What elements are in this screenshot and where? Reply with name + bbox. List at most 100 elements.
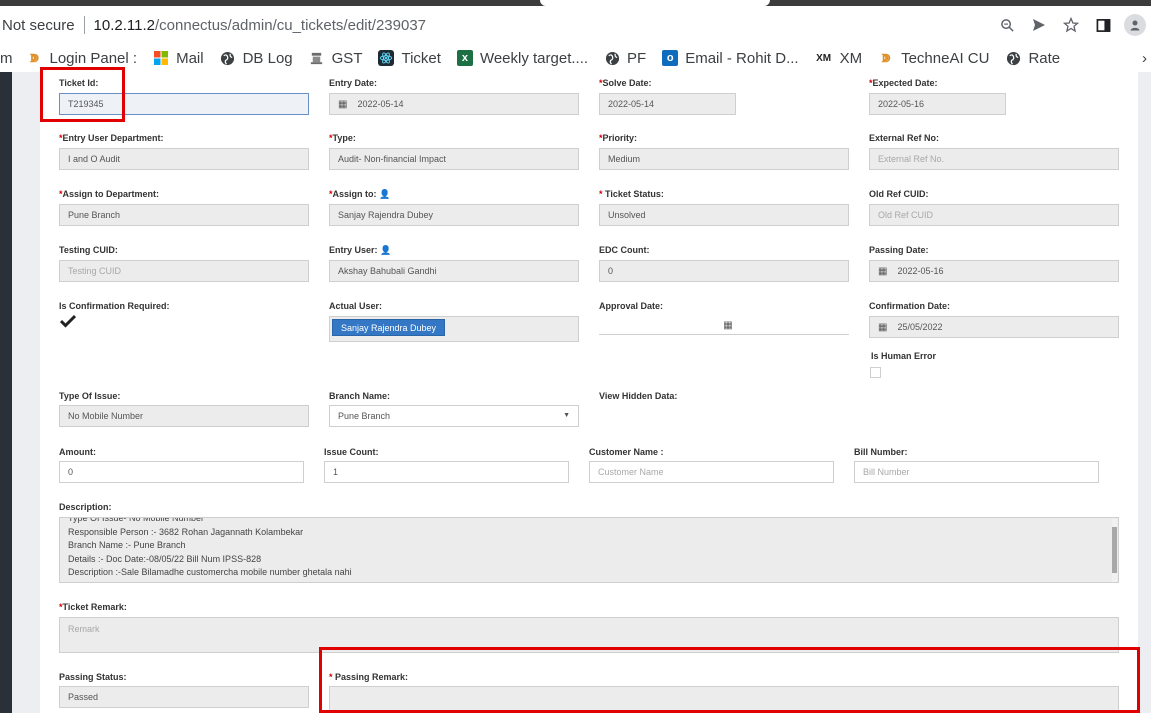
passing-date-input[interactable]: ▦ 2022-05-16 [869, 260, 1119, 282]
assign-to-department-label: *Assign to Department: [59, 189, 160, 199]
approval-date-label: Approval Date: [599, 301, 664, 311]
description-textarea[interactable]: Type Of Issue- No Mobile Number Responsi… [59, 517, 1119, 583]
bookmarks-overflow-chevron-icon[interactable]: › [1142, 44, 1147, 72]
old-ref-cuid-input[interactable]: Old Ref CUID [869, 204, 1119, 226]
globe-icon [1005, 50, 1021, 66]
security-indicator[interactable]: Not secure [2, 17, 75, 34]
windows-logo-icon [153, 50, 169, 66]
solve-date-input[interactable]: 2022-05-14 [599, 93, 736, 115]
emblem-icon [309, 50, 325, 66]
bookmark-item[interactable]: GST [309, 50, 362, 67]
assign-to-department-input[interactable]: Pune Branch [59, 204, 309, 226]
bank-logo-icon: ↇ [30, 50, 39, 65]
amount-input[interactable]: 0 [59, 461, 304, 483]
bookmark-item[interactable]: PF [604, 50, 646, 67]
actual-user-chip[interactable]: Sanjay Rajendra Dubey [332, 319, 446, 336]
star-icon[interactable] [1055, 6, 1087, 44]
external-ref-no-input[interactable]: External Ref No. [869, 148, 1119, 170]
passing-remark-textarea[interactable] [329, 686, 1119, 713]
bookmark-item[interactable]: DB Log [220, 50, 293, 67]
left-sidebar [0, 72, 12, 713]
description-label: Description: [59, 502, 112, 512]
send-icon[interactable] [1023, 6, 1055, 44]
globe-icon [604, 50, 620, 66]
profile-avatar-icon[interactable] [1119, 6, 1151, 44]
passing-status-input[interactable]: Passed [59, 686, 309, 708]
issue-count-input[interactable]: 1 [324, 461, 569, 483]
entry-user-label: Entry User: 👤 [329, 245, 392, 255]
is-human-error-checkbox[interactable] [870, 367, 881, 378]
is-human-error-label: Is Human Error [871, 351, 937, 361]
calendar-icon: ▦ [723, 319, 733, 331]
ticket-remark-textarea[interactable]: Remark [59, 617, 1119, 653]
actual-user-label: Actual User: [329, 301, 383, 311]
ticket-status-input[interactable]: Unsolved [599, 204, 849, 226]
checkmark-icon[interactable] [59, 314, 77, 333]
address-bar[interactable]: Not secure 10.2.11.2/connectus/admin/cu_… [0, 6, 1151, 44]
bookmark-item[interactable]: m [0, 50, 13, 67]
amount-label: Amount: [59, 447, 96, 457]
bookmark-item[interactable]: XM XM [815, 50, 862, 67]
branch-name-select[interactable]: Pune Branch ▼ [329, 405, 579, 427]
description-scrollbar[interactable] [1112, 519, 1117, 582]
user-icon: 👤 [380, 245, 392, 255]
is-confirmation-required-label: Is Confirmation Required: [59, 301, 170, 311]
issue-count-label: Issue Count: [324, 447, 379, 457]
entry-user-department-label: *Entry User Department: [59, 133, 164, 143]
expected-date-input[interactable]: 2022-05-16 [869, 93, 1006, 115]
address-separator [83, 16, 85, 34]
bookmark-item[interactable]: Rate [1005, 50, 1060, 67]
entry-user-input[interactable]: Akshay Bahubali Gandhi [329, 260, 579, 282]
bookmark-item[interactable]: Mail [153, 50, 204, 67]
priority-input[interactable]: Medium [599, 148, 849, 170]
bookmarks-bar: m ↇ Login Panel : Mail DB Log GST Ticket … [0, 44, 1151, 72]
confirmation-date-input[interactable]: ▦ 25/05/2022 [869, 316, 1119, 338]
url-host[interactable]: 10.2.11.2 [94, 17, 155, 34]
testing-cuid-label: Testing CUID: [59, 245, 118, 255]
description-line: Details :- Doc Date:-08/05/22 Bill Num I… [68, 553, 262, 564]
entry-date-input[interactable]: ▦ 2022-05-14 [329, 93, 579, 115]
excel-icon: x [456, 50, 473, 66]
testing-cuid-input[interactable]: Testing CUID [59, 260, 309, 282]
globe-icon [220, 50, 236, 66]
passing-status-label: Passing Status: [59, 672, 127, 682]
ticket-edit-form: Ticket Id: T219345 Entry Date: ▦ 2022-05-… [40, 72, 1138, 713]
bill-number-input[interactable]: Bill Number [854, 461, 1099, 483]
entry-user-department-input[interactable]: I and O Audit [59, 148, 309, 170]
bookmark-item[interactable]: Ticket [378, 50, 441, 67]
zoom-icon[interactable] [991, 6, 1023, 44]
type-label: *Type: [329, 133, 356, 143]
passing-date-label: Passing Date: [869, 245, 929, 255]
url-path[interactable]: /connectus/admin/cu_tickets/edit/239037 [155, 17, 426, 34]
entry-date-label: Entry Date: [329, 78, 378, 88]
bookmark-item[interactable]: x Weekly target.... [456, 50, 588, 67]
type-input[interactable]: Audit- Non-financial Impact [329, 148, 579, 170]
bookmark-item[interactable]: ↇ Login Panel : [27, 50, 137, 67]
assign-to-input[interactable]: Sanjay Rajendra Dubey [329, 204, 579, 226]
branch-name-label: Branch Name: [329, 391, 391, 401]
calendar-icon: ▦ [878, 321, 888, 333]
react-logo-icon [378, 50, 395, 66]
user-icon: 👤 [379, 189, 391, 199]
description-line: Branch Name :- Pune Branch [68, 540, 186, 550]
edc-count-input[interactable]: 0 [599, 260, 849, 282]
page-content: Ticket Id: T219345 Entry Date: ▦ 2022-05-… [0, 72, 1151, 713]
edc-count-label: EDC Count: [599, 245, 650, 255]
dropdown-caret-icon: ▼ [563, 412, 570, 419]
bank-logo-icon: ↇ [881, 50, 891, 65]
priority-label: *Priority: [599, 133, 638, 143]
customer-name-input[interactable]: Customer Name [589, 461, 834, 483]
outlook-icon: o [662, 50, 679, 66]
old-ref-cuid-label: Old Ref CUID: [869, 189, 929, 199]
scrollbar-thumb[interactable] [1112, 527, 1117, 573]
type-of-issue-input[interactable]: No Mobile Number [59, 405, 309, 427]
bookmark-item[interactable]: ↇ TechneAI CU [878, 50, 990, 67]
type-of-issue-label: Type Of Issue: [59, 391, 121, 401]
xm-logo-icon: XM [816, 52, 832, 64]
approval-date-input[interactable]: ▦ [599, 316, 849, 335]
ticket-id-input[interactable]: T219345 [59, 93, 309, 115]
expected-date-label: *Expected Date: [869, 78, 938, 88]
side-panel-icon[interactable] [1087, 6, 1119, 44]
bookmark-item[interactable]: o Email - Rohit D... [662, 50, 799, 67]
ticket-id-label: Ticket Id: [59, 78, 99, 88]
